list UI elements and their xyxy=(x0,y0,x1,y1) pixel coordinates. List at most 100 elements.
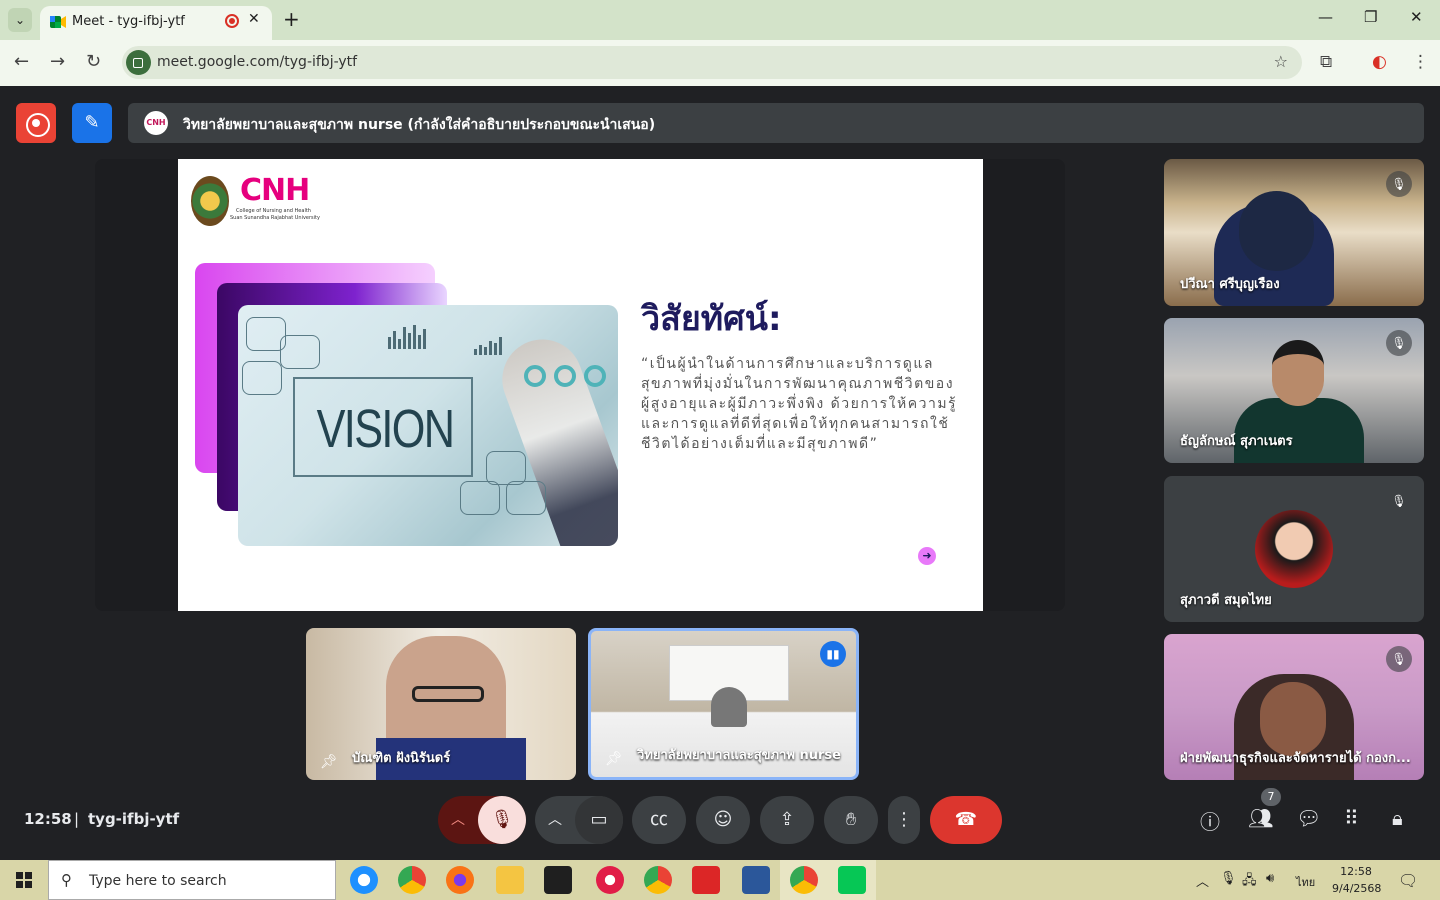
pdf-reader-icon[interactable] xyxy=(692,866,720,894)
presenter-avatar: CNH xyxy=(144,111,168,135)
chat-icon[interactable]: 💬︎ xyxy=(1296,806,1321,830)
slide-logo-text: CNH xyxy=(240,173,310,208)
tab-title: Meet - tyg-ifbj-ytf xyxy=(72,14,185,29)
notes-icon[interactable]: ✎ xyxy=(72,103,112,143)
extensions-icon[interactable]: ⧉ xyxy=(1320,52,1332,72)
camera-options-chevron-icon[interactable]: ︿ xyxy=(535,796,575,844)
target-icon xyxy=(486,451,526,485)
leave-call-button[interactable]: ☎︎ xyxy=(930,796,1002,844)
present-screen-button[interactable]: ⇪ xyxy=(760,796,814,844)
restore-button[interactable]: ❐ xyxy=(1364,8,1377,26)
emoji-reaction-button[interactable]: ☺ xyxy=(696,796,750,844)
recording-indicator-icon xyxy=(225,14,239,28)
internet-explorer-icon[interactable] xyxy=(350,866,378,894)
pin-icon[interactable]: 📌︎ xyxy=(605,751,623,767)
pin-icon[interactable]: 📌︎ xyxy=(320,754,338,770)
windows-taskbar: ⚲ Type here to search ︿ 🎙︎ 🖧︎ 🔊︎ ไทย 🗨︎ xyxy=(0,860,1440,900)
chrome-icon[interactable] xyxy=(398,866,426,894)
participant-tile[interactable]: 🎙︎ ฝ่ายพัฒนาธุรกิจและจัดหารายได้ กองก... xyxy=(1164,634,1424,780)
meeting-clock: 12:58 xyxy=(24,810,72,828)
participant-name: ปวีณา ศรีบุญเรือง xyxy=(1180,277,1280,292)
presenting-banner-text: วิทยาลัยพยาบาลและสุขภาพ nurse (กำลังใส่ค… xyxy=(183,117,656,133)
meeting-info-icon[interactable]: ⓘ xyxy=(1200,806,1220,835)
captions-button[interactable]: ㏄ xyxy=(632,796,686,844)
participant-tile[interactable]: 🎙︎ ธัญลักษณ์ สุภาเนตร xyxy=(1164,318,1424,463)
line-app-icon[interactable] xyxy=(838,866,866,894)
network-icon[interactable]: 🖧︎ xyxy=(1242,871,1257,893)
profile-icon[interactable]: ◐ xyxy=(1372,52,1387,72)
app-icon[interactable] xyxy=(596,866,624,894)
reload-icon[interactable]: ↻ xyxy=(86,51,101,72)
windows-start-icon[interactable] xyxy=(16,872,32,888)
participant-video-head xyxy=(1260,682,1326,756)
mail-icon xyxy=(460,481,500,515)
camera-control-group: ︿ ▭ xyxy=(535,796,623,844)
speaking-indicator-icon: ▮▮ xyxy=(820,641,846,667)
presentation-slide: CNH College of Nursing and Health Suan S… xyxy=(178,159,983,611)
slide-title: วิสัยทัศน์: xyxy=(641,299,782,339)
forward-icon[interactable]: → xyxy=(50,51,65,72)
taskbar-time: 12:58 xyxy=(1340,865,1372,878)
address-url[interactable]: meet.google.com/tyg-ifbj-ytf xyxy=(157,54,357,70)
microphone-control-group: ︿ 🎙︎ xyxy=(438,796,526,844)
bar-chart-graphic-2 xyxy=(474,337,502,355)
new-tab-button[interactable]: + xyxy=(283,7,300,31)
chrome-active-icon[interactable] xyxy=(790,866,818,894)
tray-chevron-icon[interactable]: ︿ xyxy=(1196,871,1209,890)
browser-tab-bar: ⌄ Meet - tyg-ifbj-ytf ✕ + — ❐ ✕ xyxy=(0,0,1440,40)
mic-off-icon: 🎙︎ xyxy=(1391,494,1407,508)
presenting-banner: CNH วิทยาลัยพยาบาลและสุขภาพ nurse (กำลัง… xyxy=(128,103,1424,143)
mic-options-chevron-icon[interactable]: ︿ xyxy=(438,796,478,844)
participant-tile[interactable]: 🎙︎ ปวีณา ศรีบุญเรือง xyxy=(1164,159,1424,306)
file-explorer-icon[interactable] xyxy=(496,866,524,894)
tab-close-button[interactable]: ✕ xyxy=(248,11,260,27)
tray-mic-icon[interactable]: 🎙︎ xyxy=(1220,871,1237,886)
participant-tile[interactable]: 🎙︎ สุภาวดี สมุดไทย xyxy=(1164,476,1424,622)
taskbar-clock[interactable]: 12:58 9/4/2568 xyxy=(1332,863,1381,897)
notifications-icon[interactable]: 🗨︎ xyxy=(1398,871,1418,890)
word-icon[interactable] xyxy=(742,866,770,894)
participant-video xyxy=(711,687,747,727)
close-window-button[interactable]: ✕ xyxy=(1410,8,1423,26)
raise-hand-button[interactable]: ✋︎ xyxy=(824,796,878,844)
firefox-icon[interactable] xyxy=(446,866,474,894)
people-icon[interactable]: 👥︎ xyxy=(1248,806,1273,830)
meeting-code: tyg-ifbj-ytf xyxy=(88,810,180,828)
mic-off-icon: 🎙︎ xyxy=(1386,171,1412,197)
minimize-button[interactable]: — xyxy=(1318,8,1333,26)
address-bar[interactable]: meet.google.com/tyg-ifbj-ytf ☆ xyxy=(122,46,1302,79)
camera-button[interactable]: ▭ xyxy=(575,796,623,844)
ring-graphic xyxy=(584,365,606,387)
university-seal-icon xyxy=(191,176,229,226)
vision-word: VISION xyxy=(316,399,455,459)
taskbar-search-box[interactable]: ⚲ Type here to search xyxy=(48,860,336,900)
participant-tile[interactable]: 📌︎ บัณฑิต ฝังนิรันดร์ xyxy=(306,628,576,780)
participant-video-head xyxy=(1272,340,1324,406)
participant-video-head xyxy=(1239,191,1314,271)
bar-chart-graphic xyxy=(388,325,426,349)
ring-graphic xyxy=(524,365,546,387)
mic-off-button[interactable]: 🎙︎ xyxy=(478,796,526,844)
recording-button[interactable] xyxy=(16,103,56,143)
input-language[interactable]: ไทย xyxy=(1296,873,1315,891)
volume-icon[interactable]: 🔊︎ xyxy=(1266,871,1274,886)
vision-frame: VISION xyxy=(293,377,473,477)
participant-name: ธัญลักษณ์ สุภาเนตร xyxy=(1180,434,1293,449)
participant-name: บัณฑิต ฝังนิรันดร์ xyxy=(352,751,451,766)
participant-tile-speaking[interactable]: ▮▮ 📌︎ วิทยาลัยพยาบาลและสุขภาพ nurse xyxy=(588,628,859,780)
separator: | xyxy=(74,810,80,828)
more-options-button[interactable]: ⋮ xyxy=(888,796,920,844)
mic-off-icon: 🎙︎ xyxy=(1386,330,1412,356)
chrome-profile-icon[interactable] xyxy=(644,866,672,894)
browser-menu-icon[interactable]: ⋮ xyxy=(1412,52,1429,72)
taskbar-search-placeholder: Type here to search xyxy=(89,873,227,889)
document-icon xyxy=(506,481,546,515)
activities-grid-icon[interactable]: ⠿ xyxy=(1344,806,1359,830)
host-controls-lock-icon[interactable]: 🔒︎ xyxy=(1392,806,1403,830)
back-icon[interactable]: ← xyxy=(14,51,29,72)
terminal-icon[interactable] xyxy=(544,866,572,894)
site-info-icon[interactable] xyxy=(126,50,151,75)
bookmark-star-icon[interactable]: ☆ xyxy=(1274,52,1288,71)
browser-tab-meet[interactable]: Meet - tyg-ifbj-ytf ✕ xyxy=(40,6,272,40)
tab-search-button[interactable]: ⌄ xyxy=(8,8,32,32)
